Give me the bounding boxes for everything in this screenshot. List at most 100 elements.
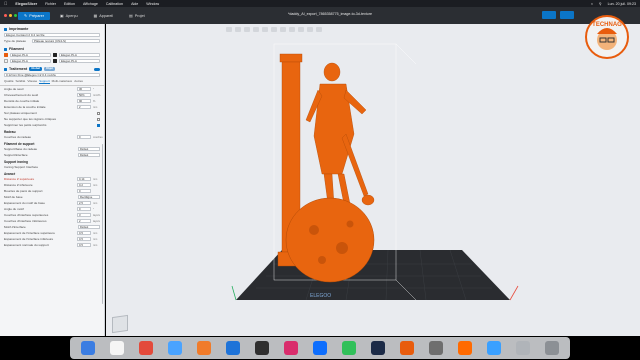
app-store-icon[interactable] bbox=[312, 341, 327, 355]
tab-project[interactable]: ▤ Projet bbox=[123, 12, 151, 20]
setting-input[interactable]: 0.14 bbox=[77, 177, 91, 181]
setting-input[interactable]: 0.2 bbox=[77, 183, 91, 187]
close-window-button[interactable] bbox=[4, 14, 7, 17]
panel-scrollbar[interactable] bbox=[101, 144, 103, 304]
filament-2-select[interactable]: Elegoo PLA bbox=[59, 53, 100, 57]
setting-input[interactable]: 2.5 bbox=[77, 201, 91, 205]
setting-label: Couches d'interface supérieures bbox=[4, 213, 49, 217]
tab-strength[interactable]: Solidité bbox=[16, 79, 26, 84]
trash-icon[interactable] bbox=[545, 341, 560, 355]
filament-3-swatch[interactable] bbox=[4, 59, 8, 63]
setting-select[interactable]: Défaut bbox=[78, 225, 100, 229]
filament-2-swatch[interactable] bbox=[53, 53, 57, 57]
setting-select[interactable]: Défaut bbox=[78, 147, 100, 151]
bed-type-select[interactable]: Plateau texturé (CN4-S) bbox=[32, 39, 100, 43]
build-plate[interactable] bbox=[236, 250, 510, 300]
tab-prepare-label: Préparer bbox=[29, 13, 44, 18]
vivaldi-icon[interactable] bbox=[138, 341, 153, 355]
model-sphere-base[interactable] bbox=[285, 197, 375, 283]
menubar-clock[interactable]: Lun. 20 juil. 09:23 bbox=[608, 2, 636, 6]
setting-input[interactable]: 2 bbox=[77, 219, 91, 223]
menu-file[interactable]: Fichier bbox=[45, 2, 56, 6]
setting-checkbox[interactable] bbox=[97, 111, 100, 115]
model-statue[interactable] bbox=[305, 62, 375, 206]
settings-panel: Imprimante Elegoo Centauri 2 0.4 nozzle … bbox=[0, 24, 105, 336]
search-icon[interactable]: ⚲ bbox=[599, 2, 602, 6]
menu-view[interactable]: Affichage bbox=[83, 2, 98, 6]
bambu-icon[interactable] bbox=[458, 341, 473, 355]
menu-window[interactable]: Window bbox=[146, 2, 159, 6]
messages-icon[interactable] bbox=[341, 341, 356, 355]
filament-4-select[interactable]: Elegoo PLA bbox=[59, 59, 100, 63]
music-icon[interactable] bbox=[283, 341, 298, 355]
filament-1-select[interactable]: Elegoo PLA bbox=[10, 53, 51, 57]
menu-app-name[interactable]: ElegooSlicer bbox=[15, 2, 37, 6]
zoom-window-button[interactable] bbox=[14, 14, 17, 17]
process-object-pill[interactable]: Objet bbox=[43, 67, 56, 71]
setting-label: Extension de la couche initiale bbox=[4, 105, 46, 109]
filament-3-select[interactable]: Elegoo PLA bbox=[10, 59, 51, 63]
setting-input[interactable]: 0 bbox=[77, 135, 91, 139]
tab-multimaterial[interactable]: Multi-matériaux bbox=[52, 79, 73, 84]
view-cube[interactable] bbox=[112, 314, 128, 334]
device-icon: ▩ bbox=[93, 14, 98, 18]
tab-support[interactable]: Support bbox=[39, 79, 50, 84]
setting-label: Supprimer les petits surplombs bbox=[4, 123, 47, 127]
slice-button[interactable] bbox=[542, 11, 556, 19]
calendar-icon[interactable] bbox=[109, 341, 124, 355]
elegoo-slicer-icon[interactable] bbox=[400, 341, 415, 355]
setting-input[interactable]: 90 bbox=[77, 99, 91, 103]
setting-input[interactable]: 0 bbox=[77, 189, 91, 193]
printer-select[interactable]: Elegoo Centauri 2 0.4 nozzle bbox=[4, 33, 100, 37]
tab-device[interactable]: ▩ Appareil bbox=[88, 12, 120, 20]
minimize-window-button[interactable] bbox=[9, 14, 12, 17]
setting-input[interactable]: 30 bbox=[77, 87, 91, 91]
apple-icon[interactable]:  bbox=[4, 1, 7, 6]
advanced-toggle[interactable] bbox=[94, 67, 100, 71]
setting-input[interactable]: 0.5 bbox=[77, 243, 91, 247]
setting-input[interactable]: 2 bbox=[77, 105, 91, 109]
filament-1-swatch[interactable] bbox=[4, 53, 8, 57]
menu-help[interactable]: Aide bbox=[131, 2, 138, 6]
setting-row: Espacement normale du support 0.5 mm bbox=[0, 242, 104, 248]
setting-checkbox[interactable] bbox=[97, 117, 100, 121]
setting-input[interactable]: 0.5 bbox=[77, 237, 91, 241]
3d-viewport[interactable]: ELEGOO bbox=[106, 24, 640, 336]
safari-icon[interactable] bbox=[167, 341, 182, 355]
setting-input[interactable]: 0.5 bbox=[77, 231, 91, 235]
preview-app-icon[interactable] bbox=[487, 341, 502, 355]
downloads-icon[interactable] bbox=[516, 341, 531, 355]
setting-unit: mm bbox=[93, 105, 98, 109]
mail-icon[interactable] bbox=[225, 341, 240, 355]
process-global-pill[interactable]: Global bbox=[29, 67, 42, 71]
setting-select[interactable]: Rectiligne bbox=[78, 195, 100, 199]
finder-icon[interactable] bbox=[80, 341, 95, 355]
tab-quality[interactable]: Qualité bbox=[4, 79, 14, 84]
setting-label: Angle du motif bbox=[4, 207, 24, 211]
setting-select[interactable]: Défaut bbox=[78, 153, 100, 157]
photos-icon[interactable] bbox=[196, 341, 211, 355]
tab-preview[interactable]: ▣ Aperçu bbox=[54, 12, 84, 20]
menu-edit[interactable]: Edition bbox=[64, 2, 75, 6]
photoshop-icon[interactable] bbox=[370, 341, 385, 355]
setting-input[interactable]: 0 bbox=[77, 207, 91, 211]
process-preset-select[interactable]: 0.12mm Fine @Elegoo C2 0.4 nozzle bbox=[4, 73, 100, 77]
setting-label: Couches du radeau bbox=[4, 135, 32, 139]
filament-4-swatch[interactable] bbox=[53, 59, 57, 63]
setting-label: Espacement normale du support bbox=[4, 243, 49, 247]
wifi-icon[interactable]: ≈ bbox=[591, 2, 593, 6]
settings-icon[interactable] bbox=[429, 341, 444, 355]
setting-unit: mm bbox=[93, 177, 98, 181]
tab-speed[interactable]: Vitesse bbox=[27, 79, 37, 84]
menu-calibration[interactable]: Calibration bbox=[106, 2, 123, 6]
setting-input[interactable]: 3 bbox=[77, 213, 91, 217]
setting-label: Couches d'interface inférieures bbox=[4, 219, 47, 223]
macos-menubar:  ElegooSlicer Fichier Edition Affichage… bbox=[0, 0, 640, 7]
setting-label: Boucles de paroi de support bbox=[4, 189, 43, 193]
setting-input[interactable]: 50% bbox=[77, 93, 91, 97]
setting-checkbox[interactable] bbox=[97, 123, 100, 127]
terminal-icon[interactable] bbox=[254, 341, 269, 355]
tab-others[interactable]: Autres bbox=[74, 79, 83, 84]
tab-prepare[interactable]: ✎ Préparer bbox=[18, 11, 50, 20]
print-button[interactable] bbox=[560, 11, 574, 19]
